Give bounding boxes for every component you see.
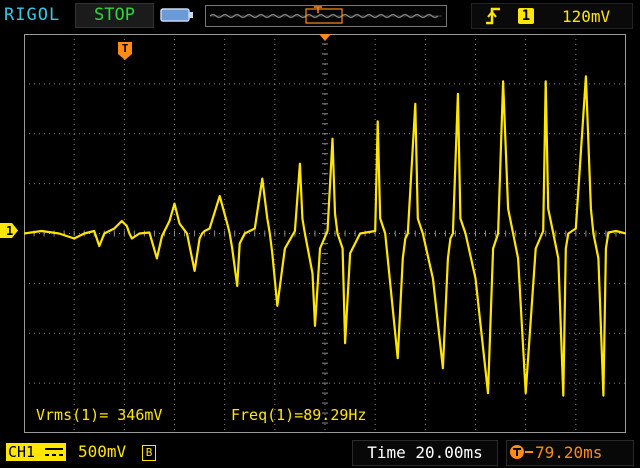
trigger-time-marker: [319, 34, 331, 41]
trigger-panel[interactable]: 1 120mV: [471, 3, 633, 29]
channel-1-badge[interactable]: CH1: [6, 443, 67, 461]
timebase-readout[interactable]: Time 20.00ms: [352, 440, 498, 466]
channel-1-scale[interactable]: 500mV: [78, 442, 126, 461]
bottom-status-bar: CH1 500mV B Time 20.00ms 79.20ms: [0, 437, 640, 468]
waveform-display: T: [24, 34, 626, 433]
vrms-measurement: Vrms(1)= 346mV: [36, 406, 163, 424]
memory-waveform-preview: [209, 6, 442, 24]
rising-edge-icon: [486, 7, 500, 25]
trigger-position-marker: T: [118, 42, 132, 60]
top-status-bar: RIGOL STOP 1 120mV: [0, 0, 640, 30]
trigger-source-badge: 1: [518, 8, 534, 24]
channel-1-marker-label: 1: [6, 224, 13, 238]
dc-coupling-icon: [45, 448, 64, 456]
channel-1-label: CH1: [8, 443, 36, 461]
brand-logo: RIGOL: [4, 5, 61, 25]
trigger-offset-icon: [510, 445, 533, 459]
trigger-offset-value: 79.20ms: [535, 443, 603, 462]
bandwidth-limit-badge: B: [142, 445, 156, 461]
trigger-offset-readout[interactable]: 79.20ms: [506, 440, 634, 466]
trigger-level: 120mV: [562, 7, 611, 26]
channel-1-marker[interactable]: 1: [0, 223, 18, 238]
memory-depth-bar[interactable]: [205, 5, 447, 27]
svg-text:T: T: [122, 42, 129, 55]
run-stop-indicator[interactable]: STOP: [75, 3, 154, 28]
frequency-measurement: Freq(1)=89.29Hz: [231, 406, 367, 424]
battery-icon: [160, 8, 193, 22]
